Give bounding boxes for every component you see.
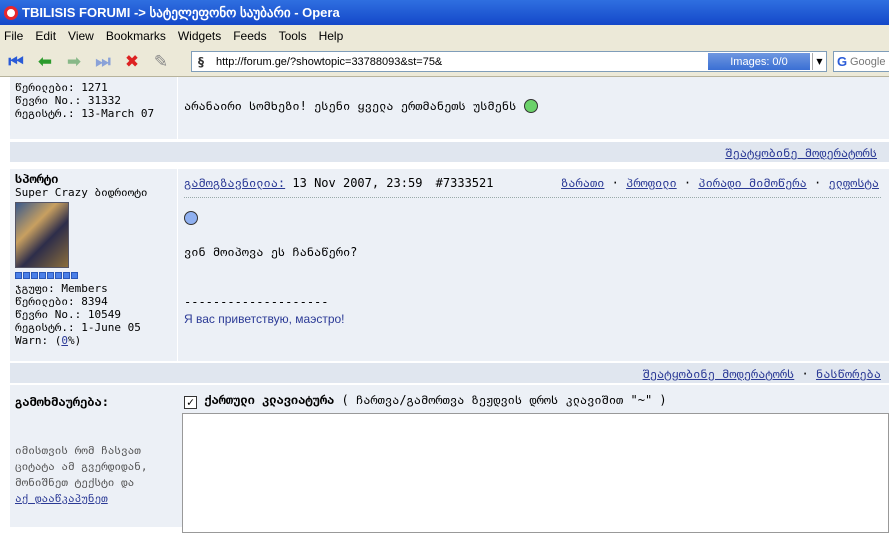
posted-label-link[interactable]: გამოგზავნილია: [184, 176, 285, 190]
email-link[interactable]: ელფოსტა [828, 176, 879, 190]
post-message: ვინ მოიპოვა ეს ჩანაწერი? [184, 245, 358, 259]
fast-forward-icon[interactable]: ⏭ [90, 50, 116, 74]
rank-stars [15, 272, 177, 279]
menu-help[interactable]: Help [315, 29, 352, 43]
menu-file[interactable]: File [0, 29, 31, 43]
author-avatar [15, 202, 69, 268]
keyboard-toggle-row: ✓ ქართული კლავიატურა ( ჩართვა/გამორთვა ზ… [184, 393, 667, 409]
reply-help-line-2: ციტატა ამ გვერდიდან, [15, 460, 148, 473]
menu-view[interactable]: View [64, 29, 102, 43]
signature-divider: -------------------- [184, 295, 329, 309]
menu-feeds[interactable]: Feeds [229, 29, 274, 43]
signature-text: Я вас приветствую, маэстро! [184, 312, 345, 326]
report-moderator-link[interactable]: შეატყობინე მოდერატორს [725, 146, 877, 160]
reply-textarea[interactable] [182, 413, 889, 533]
warn-link[interactable]: 0 [61, 334, 68, 347]
post-count: წერილები: 8394 [15, 295, 108, 308]
menu-widgets[interactable]: Widgets [174, 29, 229, 43]
post-body: გამოგზავნილია: 13 Nov 2007, 23:59 #73335… [180, 169, 889, 361]
previous-post-body: არანაირი სომხეზი! ესენი ყველა ერთმანეთს … [180, 77, 889, 139]
reply-help-line-1: იმისთვის რომ ჩასვათ [15, 444, 141, 457]
menu-edit[interactable]: Edit [31, 29, 64, 43]
back-arrow-icon[interactable]: ⬅ [32, 50, 58, 74]
images-counter: Images: 0/0 [708, 53, 810, 70]
previous-post-count: წერილები: 1271 [15, 81, 108, 94]
post-header: გამოგზავნილია: 13 Nov 2007, 23:59 #73335… [184, 176, 493, 190]
forum-page: წერილები: 1271 წევრი No.: 31332 რეგისტრ.… [0, 77, 889, 533]
address-bar[interactable]: § http://forum.ge/?showtopic=33788093&st… [191, 51, 827, 72]
georgian-keyboard-checkbox[interactable]: ✓ [184, 396, 197, 409]
post-date: 13 Nov 2007, 23:59 [292, 176, 423, 190]
forum-post: სპორტი Super Crazy ბიდრიოტი ჯგუფი: Membe… [10, 169, 889, 361]
previous-member-number: წევრი No.: 31332 [15, 94, 121, 107]
report-moderator-link-2[interactable]: შეატყობინე მოდერატორს [643, 367, 795, 381]
google-icon: G [836, 54, 848, 69]
address-dropdown-icon[interactable]: ▼ [812, 53, 826, 70]
menu-tools[interactable]: Tools [275, 29, 315, 43]
post-footer: შეატყობინე მოდერატორს · ნასწორება [10, 362, 889, 384]
navigation-toolbar: ⏮ ⬅ ➡ ⏭ ✖ ✎ § http://forum.ge/?showtopic… [0, 47, 889, 77]
previous-post-author-info: წერილები: 1271 წევრი No.: 31332 რეგისტრ.… [10, 77, 178, 139]
previous-post-message: არანაირი სომხეზი! ესენი ყველა ერთმანეთს … [184, 99, 517, 113]
stop-icon[interactable]: ✖ [119, 50, 145, 74]
keyboard-label: ქართული კლავიატურა [204, 393, 335, 407]
search-placeholder: Google [850, 55, 886, 68]
member-group: ჯგუფი: Members [15, 282, 108, 295]
green-smiley-icon [523, 99, 538, 113]
post-actions: ზარათი · პროფილი · პირადი მიმოწერა · ელფ… [561, 176, 879, 190]
action-link-1[interactable]: ზარათი [561, 176, 604, 190]
rewind-icon[interactable]: ⏮ [3, 50, 29, 74]
member-number: წევრი No.: 10549 [15, 308, 121, 321]
quick-reply: გამოხმაურება: ✓ ქართული კლავიატურა ( ჩარ… [10, 385, 889, 533]
registered-date: რეგისტრ.: 1-June 05 [15, 321, 141, 334]
reply-heading: გამოხმაურება: [15, 395, 109, 409]
previous-post: წერილები: 1271 წევრი No.: 31332 რეგისტრ.… [10, 77, 889, 139]
menu-bookmarks[interactable]: Bookmarks [102, 29, 174, 43]
url-text[interactable]: http://forum.ge/?showtopic=33788093&st=7… [210, 56, 708, 68]
warn-level: Warn: (0%) [15, 334, 82, 347]
post-author-info: სპორტი Super Crazy ბიდრიოტი ჯგუფი: Membe… [10, 169, 178, 361]
window-title-bar: TBILISIS FORUMI -> სატელეფონო საუბარი - … [0, 0, 889, 25]
previous-post-footer: შეატყობინე მოდერატორს [10, 141, 889, 163]
keyboard-hint: ( ჩართვა/გამორთვა ზეჟდვის დროს კლავიშით … [341, 393, 667, 407]
blue-smiley-icon [184, 211, 198, 225]
opera-logo-icon [4, 5, 18, 20]
author-title: Super Crazy ბიდრიოტი [15, 186, 148, 199]
menu-bar: File Edit View Bookmarks Widgets Feeds T… [0, 25, 889, 47]
quote-link[interactable]: ნასწორება [816, 367, 881, 381]
edit-pencil-icon[interactable]: ✎ [148, 50, 174, 74]
private-message-link[interactable]: პირადი მიმოწერა [698, 176, 806, 190]
forward-arrow-icon[interactable]: ➡ [61, 50, 87, 74]
reply-help: იმისთვის რომ ჩასვათ ციტატა ამ გვერდიდან,… [15, 443, 147, 507]
author-name[interactable]: სპორტი [15, 173, 177, 186]
post-header-divider [184, 197, 881, 198]
site-favicon-icon: § [198, 54, 204, 69]
previous-registered-date: რეგისტრ.: 13-March 07 [15, 107, 155, 120]
post-id[interactable]: #7333521 [436, 176, 494, 190]
reply-help-line-3: მონიშნეთ ტექსტი და [15, 476, 135, 489]
profile-link[interactable]: პროფილი [626, 176, 677, 190]
reply-help-link[interactable]: აქ დააწკაპუნეთ [15, 491, 147, 507]
window-title: TBILISIS FORUMI -> სატელეფონო საუბარი - … [22, 4, 340, 20]
search-field[interactable]: G Google [833, 51, 889, 72]
